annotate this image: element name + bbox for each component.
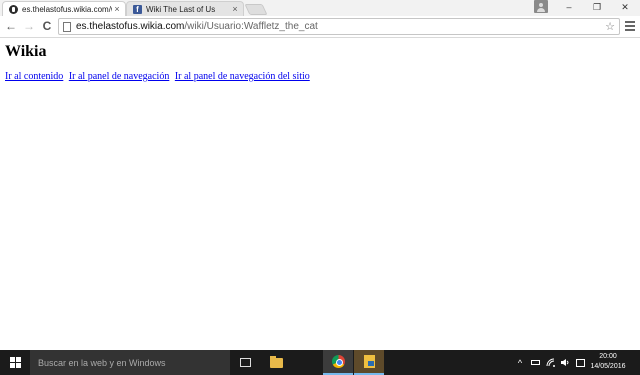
file-explorer-button[interactable]: [261, 350, 291, 375]
restore-button[interactable]: ❐: [584, 0, 610, 14]
close-tab-icon[interactable]: ×: [230, 4, 240, 14]
clock-date: 14/05/2016: [590, 363, 626, 370]
url-path: /wiki/Usuario:Waffletz_the_cat: [184, 21, 318, 32]
close-window-button[interactable]: ✕: [612, 0, 638, 14]
windows-taskbar: Buscar en la web y en Windows ^ 20:00 14…: [0, 350, 640, 375]
skip-to-site-navigation-link[interactable]: Ir al panel de navegación del sitio: [175, 71, 310, 82]
tab-facebook-wiki[interactable]: f Wiki The Last of Us ×: [126, 1, 244, 16]
back-button[interactable]: ←: [4, 19, 18, 33]
user-profile-icon[interactable]: [534, 0, 548, 13]
volume-icon[interactable]: [558, 350, 572, 375]
tab-wikia-profile[interactable]: es.thelastofus.wikia.com/w ×: [2, 1, 126, 16]
windows-logo-icon: [9, 357, 21, 368]
start-button[interactable]: [0, 350, 30, 375]
browser-toolbar: ← → C es.thelastofus.wikia.com/wiki/Usua…: [0, 16, 640, 38]
taskbar-search-box[interactable]: Buscar en la web y en Windows: [30, 350, 230, 375]
forward-button[interactable]: →: [22, 19, 36, 33]
new-tab-button[interactable]: [244, 4, 268, 15]
wikia-icon: [9, 4, 18, 14]
search-placeholder: Buscar en la web y en Windows: [38, 357, 166, 368]
skip-to-content-link[interactable]: Ir al contenido: [5, 71, 63, 82]
reload-button[interactable]: C: [40, 19, 54, 33]
skip-to-navigation-link[interactable]: Ir al panel de navegación: [69, 71, 170, 82]
folder-icon: [269, 355, 283, 368]
tab-title: Wiki The Last of Us: [146, 4, 216, 14]
page-content: Wikia Ir al contenido Ir al panel de nav…: [0, 39, 640, 350]
skip-links: Ir al contenido Ir al panel de navegació…: [5, 71, 313, 82]
menu-icon[interactable]: [625, 21, 635, 31]
url-host: es.thelastofus.wikia.com: [76, 21, 185, 32]
tab-title: es.thelastofus.wikia.com/w: [22, 4, 112, 14]
close-tab-icon[interactable]: ×: [112, 4, 122, 14]
task-view-icon: [239, 358, 251, 367]
address-bar[interactable]: es.thelastofus.wikia.com/wiki/Usuario:Wa…: [58, 18, 620, 35]
taskbar-clock[interactable]: 20:00 14/05/2016: [590, 352, 626, 372]
facebook-icon: f: [133, 4, 142, 14]
battery-icon[interactable]: [528, 350, 542, 375]
clock-time: 20:00: [599, 353, 617, 360]
tab-strip: es.thelastofus.wikia.com/w × f Wiki The …: [0, 0, 640, 16]
explorer-window-button[interactable]: [354, 350, 384, 375]
chrome-icon: [331, 355, 345, 368]
tray-overflow-icon[interactable]: ^: [513, 350, 527, 375]
wifi-icon[interactable]: [544, 350, 558, 375]
task-view-button[interactable]: [230, 350, 260, 375]
minimize-button[interactable]: –: [556, 0, 582, 14]
page-icon: [63, 21, 71, 32]
bookmark-star-icon[interactable]: ☆: [605, 20, 615, 33]
notifications-icon[interactable]: [573, 350, 587, 375]
page-title: Wikia: [5, 43, 47, 60]
chrome-taskbar-button[interactable]: [323, 350, 353, 375]
document-folder-icon: [363, 355, 375, 368]
url-text: es.thelastofus.wikia.com/wiki/Usuario:Wa…: [76, 21, 318, 32]
